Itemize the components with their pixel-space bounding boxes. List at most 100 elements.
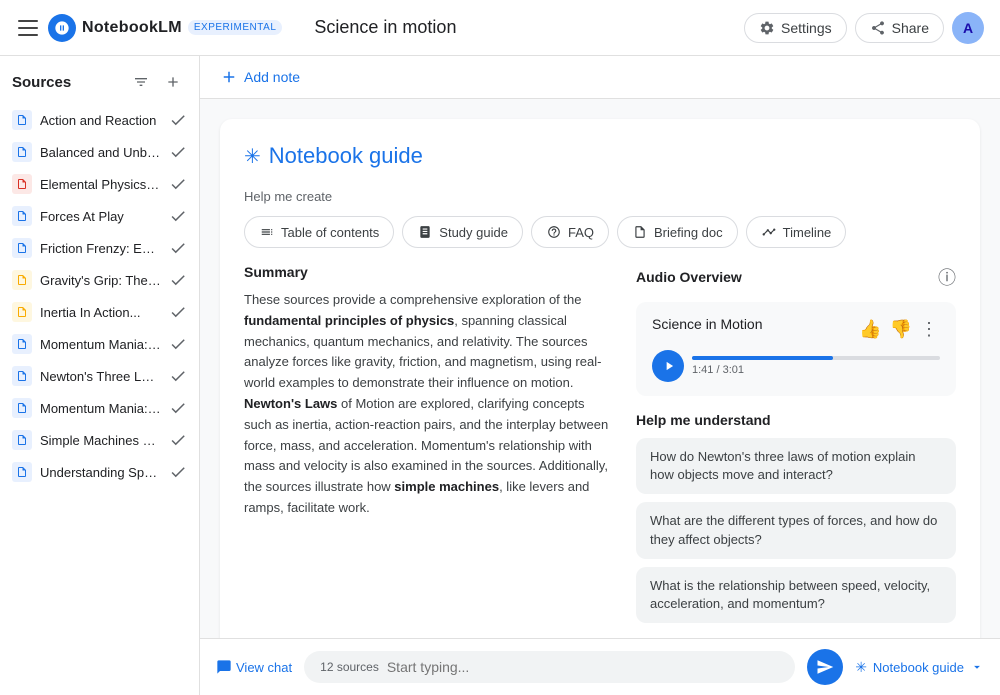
source-check-icon — [169, 271, 187, 289]
notebook-title: Science in motion — [314, 17, 456, 38]
create-chips: Table of contentsStudy guide FAQ Briefing … — [244, 216, 956, 248]
source-label: Elemental Physics, Third... — [40, 177, 161, 192]
source-label: Gravity's Grip: The Force... — [40, 273, 161, 288]
source-label: Simple Machines Make... — [40, 433, 161, 448]
summary-section: Summary These sources provide a comprehe… — [244, 264, 612, 519]
nav-right: Settings Share A — [744, 12, 984, 44]
source-label: Forces At Play — [40, 209, 161, 224]
source-type-icon — [12, 366, 32, 386]
source-item[interactable]: Friction Frenzy: Explorin... — [4, 232, 195, 264]
source-type-icon — [12, 174, 32, 194]
source-item[interactable]: Simple Machines Make... — [4, 424, 195, 456]
menu-icon[interactable] — [16, 16, 40, 40]
brand-logo — [48, 14, 76, 42]
settings-button[interactable]: Settings — [744, 13, 847, 43]
add-source-button[interactable] — [159, 68, 187, 96]
more-options-button[interactable]: ⋮ — [918, 317, 940, 342]
guide-title-heading: ✳ Notebook guide — [244, 143, 956, 169]
brand-badge: EXPERIMENTAL — [188, 20, 283, 35]
understand-chip[interactable]: What is the relationship between speed, … — [636, 567, 956, 623]
notebook-guide-button[interactable]: ✳ Notebook guide — [855, 659, 984, 676]
source-item[interactable]: Elemental Physics, Third... — [4, 168, 195, 200]
source-label: Momentum Mania: Inves... — [40, 337, 161, 352]
source-type-icon — [12, 462, 32, 482]
audio-action-icons: 👍 👎 ⋮ — [857, 317, 940, 342]
chip-timeline-label: Timeline — [783, 225, 832, 240]
guide-left: Summary These sources provide a comprehe… — [244, 264, 612, 631]
source-check-icon — [169, 303, 187, 321]
brand-name: NotebookLM — [82, 19, 182, 37]
understand-chip[interactable]: How do Newton's three laws of motion exp… — [636, 438, 956, 494]
sources-title: Sources — [12, 74, 71, 91]
chip-briefing-icon — [632, 224, 648, 240]
source-type-icon — [12, 334, 32, 354]
chip-faq[interactable]: FAQ — [531, 216, 609, 248]
audio-progress[interactable]: 1:41 / 3:01 — [692, 356, 940, 376]
source-check-icon — [169, 207, 187, 225]
guide-two-col: Summary These sources provide a comprehe… — [244, 264, 956, 631]
notebook-guide-panel: ✳ Notebook guide Help me create Table of… — [200, 99, 1000, 638]
filter-button[interactable] — [127, 68, 155, 96]
source-label: Friction Frenzy: Explorin... — [40, 241, 161, 256]
bottom-bar: View chat 12 sources ✳ Notebook guide — [200, 638, 1000, 695]
sidebar-header: Sources — [0, 56, 199, 104]
like-button[interactable]: 👍 — [857, 317, 883, 342]
chip-study[interactable]: Study guide — [402, 216, 523, 248]
share-button[interactable]: Share — [855, 13, 944, 43]
sparkle-icon: ✳ — [244, 144, 261, 169]
sidebar-actions — [127, 68, 187, 96]
understand-chip[interactable]: What are the different types of forces, … — [636, 502, 956, 558]
source-item[interactable]: Newton's Three Laws... — [4, 360, 195, 392]
chat-input-container[interactable]: 12 sources — [304, 651, 795, 683]
source-label: Momentum Mania: Inves... — [40, 401, 161, 416]
source-item[interactable]: Understanding Speed, Ve... — [4, 456, 195, 488]
avatar[interactable]: A — [952, 12, 984, 44]
audio-header: Audio Overview ⓘ — [636, 264, 956, 290]
chip-toc-icon — [259, 224, 275, 240]
send-button[interactable] — [807, 649, 843, 685]
source-check-icon — [169, 367, 187, 385]
chat-input[interactable] — [387, 659, 779, 675]
source-item[interactable]: Inertia In Action... — [4, 296, 195, 328]
source-item[interactable]: Action and Reaction — [4, 104, 195, 136]
source-check-icon — [169, 335, 187, 353]
summary-title: Summary — [244, 264, 612, 280]
sidebar: Sources Action and Reaction Balanced and… — [0, 56, 200, 695]
source-type-icon — [12, 206, 32, 226]
notebook-guide-btn-label: Notebook guide — [873, 660, 964, 675]
audio-section: Audio Overview ⓘ Science in Motion 👍 👎 — [636, 264, 956, 396]
view-chat-label: View chat — [236, 660, 292, 675]
source-type-icon — [12, 270, 32, 290]
add-note-label: Add note — [244, 69, 300, 85]
source-item[interactable]: Momentum Mania: Inves... — [4, 392, 195, 424]
audio-card: Science in Motion 👍 👎 ⋮ — [636, 302, 956, 396]
settings-label: Settings — [781, 20, 832, 36]
source-label: Understanding Speed, Ve... — [40, 465, 161, 480]
sources-list: Action and Reaction Balanced and Unbalan… — [0, 104, 199, 695]
info-icon[interactable]: ⓘ — [938, 264, 956, 290]
add-note-button[interactable]: Add note — [220, 68, 300, 86]
source-type-icon — [12, 238, 32, 258]
audio-time: 1:41 / 3:01 — [692, 364, 940, 376]
understand-chips: How do Newton's three laws of motion exp… — [636, 438, 956, 623]
source-label: Newton's Three Laws... — [40, 369, 161, 384]
source-type-icon — [12, 110, 32, 130]
audio-card-title: Science in Motion — [652, 316, 763, 332]
help-create-label: Help me create — [244, 189, 956, 204]
view-chat-button[interactable]: View chat — [216, 659, 292, 675]
chip-timeline[interactable]: Timeline — [746, 216, 847, 248]
chip-faq-label: FAQ — [568, 225, 594, 240]
source-item[interactable]: Momentum Mania: Inves... — [4, 328, 195, 360]
chip-briefing[interactable]: Briefing doc — [617, 216, 738, 248]
dislike-button[interactable]: 👎 — [888, 317, 914, 342]
play-button[interactable] — [652, 350, 684, 382]
chip-toc[interactable]: Table of contents — [244, 216, 394, 248]
source-item[interactable]: Gravity's Grip: The Force... — [4, 264, 195, 296]
source-item[interactable]: Forces At Play — [4, 200, 195, 232]
guide-card: ✳ Notebook guide Help me create Table of… — [220, 119, 980, 638]
audio-controls: 1:41 / 3:01 — [652, 350, 940, 382]
source-item[interactable]: Balanced and Unbalance... — [4, 136, 195, 168]
source-check-icon — [169, 239, 187, 257]
share-label: Share — [892, 20, 929, 36]
guide-title-text: Notebook guide — [269, 143, 423, 169]
